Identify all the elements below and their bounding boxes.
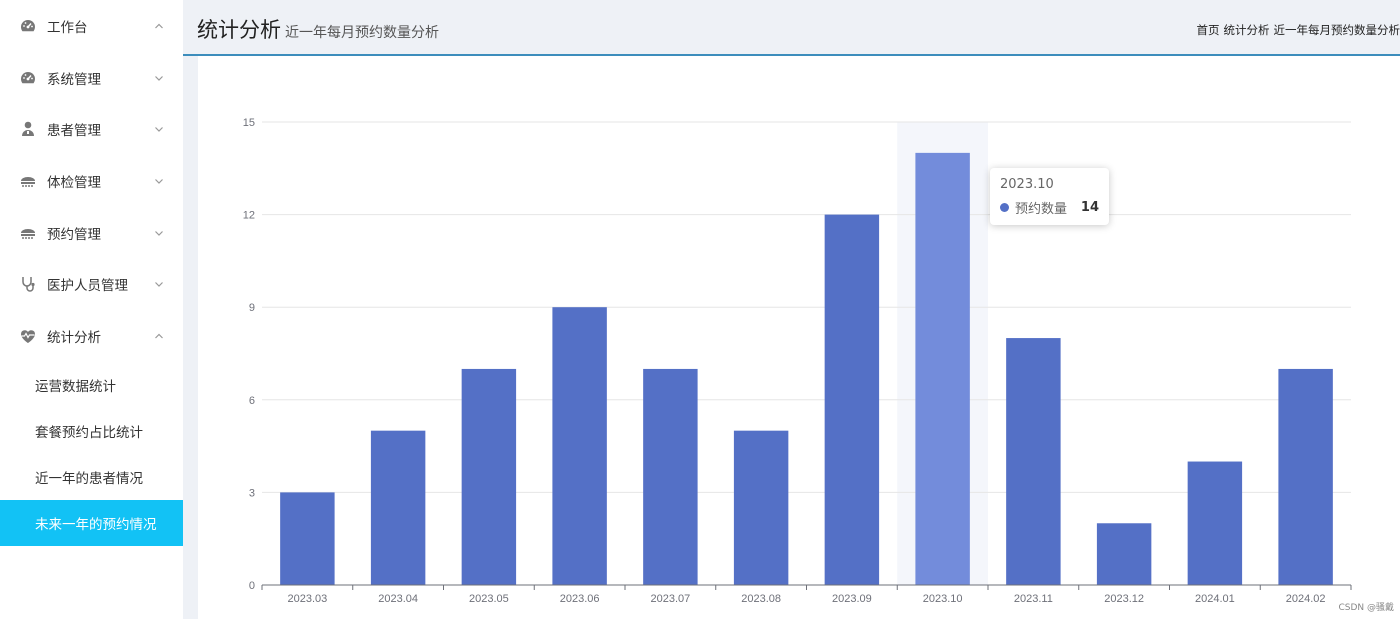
bar-2023.08[interactable] xyxy=(733,430,789,585)
breadcrumb-current: 近一年每月预约数量分析 xyxy=(1273,23,1400,37)
sidebar-item-2[interactable]: 患者管理 xyxy=(0,103,183,155)
sidebar-item-label: 统计分析 xyxy=(47,329,101,346)
tooltip-value: 14 xyxy=(1080,200,1099,215)
x-tick-label: 2023.09 xyxy=(832,593,872,605)
bar-2024.01[interactable] xyxy=(1187,461,1243,585)
y-tick-label: 0 xyxy=(249,580,255,592)
sidebar: 工作台系统管理患者管理体检管理预约管理医护人员管理 统计分析运营数据统计 套餐预约占… xyxy=(0,0,183,619)
chevron-up-icon xyxy=(154,331,164,341)
breadcrumb-home[interactable]: 首页 xyxy=(1197,23,1220,37)
sidebar-item-label: 工作台 xyxy=(47,19,88,36)
sidebar-item-6[interactable]: 统计分析 xyxy=(0,310,183,362)
x-tick-label: 2023.12 xyxy=(1104,593,1144,605)
sidebar-item-label: 系统管理 xyxy=(47,71,101,88)
page-subtitle: 近一年每月预约数量分析 xyxy=(285,25,439,41)
y-tick-label: 9 xyxy=(249,302,255,314)
chevron-down-icon xyxy=(154,228,164,238)
breadcrumb: 首页 统计分析 近一年每月预约数量分析 xyxy=(1193,22,1400,38)
stethoscope-device-icon xyxy=(19,172,37,190)
stethoscope-icon xyxy=(19,275,37,293)
y-tick-label: 6 xyxy=(249,395,255,407)
bar-2023.09[interactable] xyxy=(824,214,880,585)
bar-2023.07[interactable] xyxy=(643,368,698,585)
x-tick-label: 2023.10 xyxy=(923,593,963,605)
x-tick-label: 2024.02 xyxy=(1286,593,1326,605)
appointment-bar-chart: 0 3 6 9 12 15 2023.03 2023.04 2023.05 2023.06 2023… xyxy=(243,117,1352,605)
sidebar-subitem-1[interactable]: 套餐预约占比统计 xyxy=(0,408,183,454)
chevron-down-icon xyxy=(154,176,164,186)
page-header: 统计分析 近一年每月预约数量分析 首页 统计分析 近一年每月预约数量分析 xyxy=(183,0,1400,56)
stethoscope-device-icon xyxy=(19,224,37,242)
sidebar-item-4[interactable]: 预约管理 xyxy=(0,207,183,259)
bar-2023.11[interactable] xyxy=(1006,338,1061,585)
sidebar-item-label: 患者管理 xyxy=(47,123,101,140)
dashboard-icon xyxy=(19,17,37,35)
sidebar-item-label: 预约管理 xyxy=(47,226,101,243)
sidebar-item-label: 医护人员管理 xyxy=(47,278,128,295)
breadcrumb-stats[interactable]: 统计分析 xyxy=(1224,23,1270,37)
sidebar-item-3[interactable]: 体检管理 xyxy=(0,155,183,207)
x-tick-label: 2024.01 xyxy=(1195,593,1235,605)
x-tick-label: 2023.05 xyxy=(469,593,509,605)
bar-2024.02[interactable] xyxy=(1278,368,1333,585)
sidebar-item-1[interactable]: 系统管理 xyxy=(0,52,183,104)
tooltip-series-dot xyxy=(1000,203,1009,212)
chevron-down-icon xyxy=(154,73,164,83)
x-tick-label: 2023.06 xyxy=(560,593,600,605)
x-tick-label: 2023.08 xyxy=(741,593,781,605)
sidebar-item-0[interactable]: 工作台 xyxy=(0,0,183,52)
x-tick-label: 2023.04 xyxy=(378,593,418,605)
layout-gap xyxy=(183,0,198,619)
x-tick-label: 2023.03 xyxy=(287,593,327,605)
bar-2023.04[interactable] xyxy=(370,430,426,585)
bar-2023.05[interactable] xyxy=(461,368,517,585)
heartbeat-icon xyxy=(19,327,37,345)
x-tick-label: 2023.07 xyxy=(650,593,690,605)
tooltip-series-name: 预约数量 xyxy=(1015,202,1068,217)
bar-2023.12[interactable] xyxy=(1096,523,1152,585)
tooltip-title: 2023.10 xyxy=(1000,177,1054,192)
dashboard-icon xyxy=(19,69,37,87)
content-area: 0 3 6 9 12 15 2023.03 2023.04 2023.05 2023.06 2023… xyxy=(198,58,1400,619)
y-tick-label: 3 xyxy=(249,487,255,499)
chevron-down-icon xyxy=(154,124,164,134)
bar-2023.03[interactable] xyxy=(280,492,335,585)
chart-tooltip: 2023.10 预约数量 14 xyxy=(990,168,1109,225)
y-tick-label: 12 xyxy=(243,210,255,222)
sidebar-subitem-3[interactable]: 未来一年的预约情况 xyxy=(0,499,183,546)
page-title-text: 统计分析 xyxy=(197,18,281,42)
chevron-down-icon xyxy=(154,279,164,289)
sidebar-subitem-0[interactable]: 运营数据统计 xyxy=(0,362,183,408)
tooltip-row: 预约数量 14 xyxy=(1000,198,1099,217)
sidebar-item-5[interactable]: 医护人员管理 xyxy=(0,258,183,310)
user-doctor-icon xyxy=(19,120,37,138)
bar-2023.06[interactable] xyxy=(552,307,607,585)
sidebar-subitem-2[interactable]: 近一年的患者情况 xyxy=(0,454,183,500)
x-tick-label: 2023.11 xyxy=(1014,593,1053,605)
sidebar-item-label: 体检管理 xyxy=(47,174,101,191)
y-tick-label: 15 xyxy=(243,117,255,129)
chevron-up-icon xyxy=(154,21,164,31)
watermark: CSDN @骚戴 xyxy=(1338,603,1394,613)
page-title: 统计分析 近一年每月预约数量分析 xyxy=(197,14,439,44)
bar-2023.10[interactable] xyxy=(915,152,970,585)
